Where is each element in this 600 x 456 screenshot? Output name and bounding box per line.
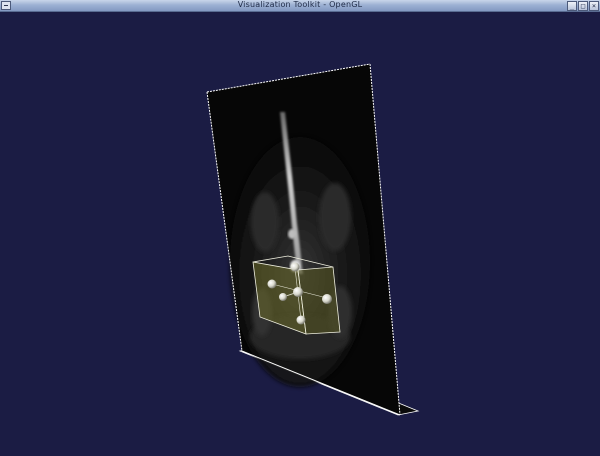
- minimize-icon: _: [569, 2, 575, 10]
- vtk-window: Visualization Toolkit - OpenGL _ □ ×: [0, 0, 600, 456]
- render-viewport[interactable]: [0, 12, 600, 456]
- minimize-button[interactable]: _: [567, 1, 577, 11]
- maximize-button[interactable]: □: [578, 1, 588, 11]
- box-handle-right[interactable]: [322, 294, 332, 304]
- close-button[interactable]: ×: [589, 1, 599, 11]
- box-handle-center[interactable]: [293, 287, 303, 297]
- box-handle-left[interactable]: [267, 279, 277, 289]
- maximize-icon: □: [580, 2, 586, 10]
- box-handle-center-left[interactable]: [279, 293, 287, 301]
- window-title: Visualization Toolkit - OpenGL: [237, 0, 363, 9]
- window-controls: _ □ ×: [567, 1, 599, 11]
- box-handle-bottom[interactable]: [296, 315, 306, 325]
- box-handle-top[interactable]: [290, 262, 300, 272]
- close-icon: ×: [591, 2, 597, 10]
- title-bar[interactable]: Visualization Toolkit - OpenGL _ □ ×: [0, 0, 600, 12]
- scene-svg: [206, 63, 420, 416]
